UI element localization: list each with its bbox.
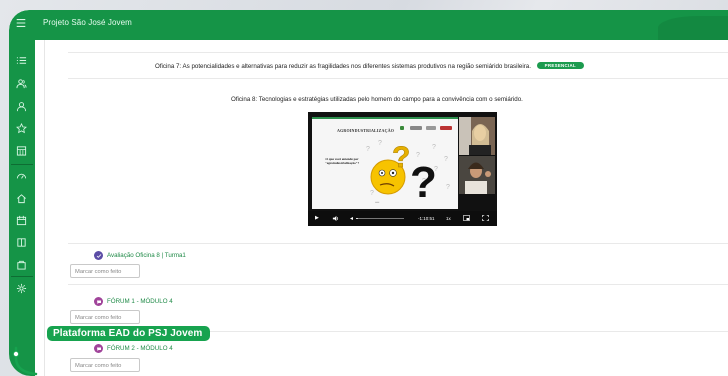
activity-link-forum-2[interactable]: FÓRUM 2 - MÓDULO 4 — [94, 344, 173, 353]
mark-done-button[interactable]: Marcar como feito — [70, 264, 140, 278]
svg-text:?: ? — [370, 190, 374, 197]
dashboard-icon[interactable] — [15, 170, 27, 182]
sidebar-divider — [11, 164, 33, 165]
users-icon[interactable] — [15, 77, 27, 89]
slide-footer-mark: ▪▪▪▪▪ — [375, 201, 380, 204]
content-border — [44, 40, 45, 376]
home-icon[interactable] — [15, 192, 27, 204]
svg-text:?: ? — [366, 146, 370, 153]
bag-icon[interactable] — [15, 258, 27, 270]
gear-icon[interactable] — [15, 282, 27, 294]
slide-heading: AGROINDUSTRIALIZAÇÃO — [337, 128, 395, 133]
activity-link-avaliacao[interactable]: Avaliação Oficina 8 | Turma1 — [94, 251, 186, 260]
svg-text:?: ? — [444, 156, 448, 163]
activity-label: Avaliação Oficina 8 | Turma1 — [107, 252, 186, 259]
picture-in-picture-icon[interactable] — [463, 215, 470, 224]
star-icon[interactable] — [15, 122, 27, 134]
activity-link-forum-1[interactable]: FÓRUM 1 - MÓDULO 4 — [94, 297, 173, 306]
book-icon[interactable] — [15, 236, 27, 248]
activity-label: FÓRUM 2 - MÓDULO 4 — [107, 345, 173, 352]
presencial-badge: PRESENCIAL — [536, 62, 584, 69]
svg-text:?: ? — [378, 140, 382, 147]
list-icon[interactable] — [15, 54, 27, 66]
oficina7-label: Oficina 7: As potencialidades e alternat… — [155, 62, 584, 70]
svg-text:?: ? — [410, 158, 437, 201]
sidebar-divider — [11, 276, 33, 277]
divider — [68, 78, 728, 79]
divider — [68, 284, 728, 285]
activity-label: FÓRUM 1 - MÓDULO 4 — [107, 298, 173, 305]
divider — [68, 243, 728, 244]
svg-text:?: ? — [446, 184, 450, 191]
mark-done-button[interactable]: Marcar como feito — [70, 310, 140, 324]
svg-text:?: ? — [392, 141, 410, 174]
video-progress-bar[interactable] — [356, 218, 404, 219]
app-title[interactable]: Projeto São José Jovem — [43, 18, 132, 27]
quiz-icon — [94, 251, 103, 260]
platform-banner: Plataforma EAD do PSJ Jovem — [47, 326, 211, 341]
fullscreen-icon[interactable] — [482, 215, 489, 224]
logo-1 — [400, 126, 404, 130]
video-progress-fill — [356, 218, 358, 219]
navbar-decoration — [658, 16, 728, 40]
mark-done-button[interactable]: Marcar como feito — [70, 358, 140, 372]
forum-icon — [94, 297, 103, 306]
calendar-icon[interactable] — [15, 214, 27, 226]
top-navbar: Projeto São José Jovem — [9, 10, 728, 40]
forum-icon — [94, 344, 103, 353]
speaker-webcam-1 — [459, 117, 495, 155]
video-slide: AGROINDUSTRIALIZAÇÃO O que você entende … — [312, 117, 458, 209]
confused-emoji-illustration: ??? ??? ??? ? ? — [366, 140, 450, 201]
video-player[interactable]: AGROINDUSTRIALIZAÇÃO O que você entende … — [308, 112, 497, 226]
oficina7-text: Oficina 7: As potencialidades e alternat… — [155, 63, 531, 70]
video-controls: ▶ ◂ -1:10:51 1x — [308, 211, 497, 226]
oficina8-text: Oficina 8: Tecnologias e estratégias uti… — [231, 96, 523, 103]
divider — [68, 52, 728, 53]
app-window: Projeto São José Jovem Oficina 7: As pot… — [9, 10, 728, 376]
logo-3 — [426, 126, 436, 130]
playback-speed-button[interactable]: 1x — [446, 215, 451, 222]
slide-question: O que você entende por "agroindustrializ… — [324, 157, 360, 166]
speaker-webcam-2 — [459, 156, 495, 194]
play-icon[interactable]: ▶ — [315, 215, 319, 222]
user-group-icon[interactable] — [15, 100, 27, 112]
sidebar — [9, 40, 35, 376]
calendar-grid-icon[interactable] — [15, 144, 27, 156]
volume-icon[interactable] — [332, 215, 339, 225]
hamburger-menu-icon[interactable] — [15, 16, 29, 30]
decorative-hook-icon — [12, 346, 38, 376]
logo-2 — [410, 126, 422, 130]
slide-accent-line — [312, 117, 458, 119]
seek-back-icon[interactable]: ◂ — [350, 216, 353, 222]
svg-text:?: ? — [432, 144, 436, 151]
logo-4 — [440, 126, 452, 130]
time-remaining: -1:10:51 — [418, 216, 435, 221]
